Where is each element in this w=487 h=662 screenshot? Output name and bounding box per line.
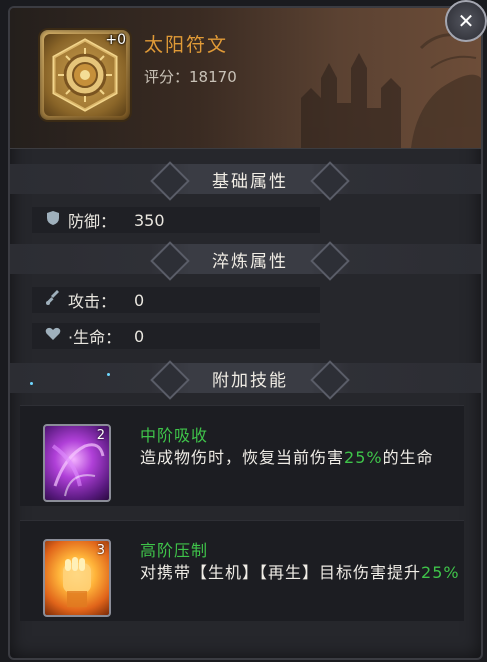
heart-icon bbox=[42, 327, 64, 345]
stat-row-attack: 攻击： 0 bbox=[32, 287, 320, 313]
skill-card-absorb: 2 中阶吸收 造成物伤时，恢复当前伤害25%的生命 bbox=[20, 405, 464, 506]
shield-icon bbox=[42, 210, 64, 230]
section-header-base: 基础属性 bbox=[150, 164, 350, 194]
close-icon: ✕ bbox=[457, 9, 475, 33]
stat-label: 防御： bbox=[68, 212, 117, 231]
stat-label: 攻击： bbox=[68, 292, 117, 311]
stat-value: 0 bbox=[134, 290, 145, 310]
section-title: 基础属性 bbox=[212, 171, 288, 192]
section-title: 附加技能 bbox=[212, 370, 288, 391]
item-tooltip-panel: +0 太阳符文 评分：18170 基础属性 防御： 350 淬炼属性 攻击： 0… bbox=[8, 6, 483, 660]
stat-value: 350 bbox=[134, 210, 165, 230]
skill-desc-highlight: 25% bbox=[344, 448, 383, 467]
skill-description: 造成物伤时，恢复当前伤害25%的生命 bbox=[140, 446, 460, 470]
skill-level: 2 bbox=[96, 428, 105, 443]
section-header-skills: 附加技能 bbox=[150, 363, 350, 393]
stat-row-hp: ·生命： 0 bbox=[32, 323, 320, 349]
skill-desc-text: 造成物伤时，恢复当前伤害 bbox=[140, 448, 345, 467]
item-name: 太阳符文 bbox=[144, 34, 229, 56]
enhance-level: +0 bbox=[105, 32, 126, 48]
item-score: 评分：18170 bbox=[144, 66, 237, 87]
item-header: +0 太阳符文 评分：18170 bbox=[10, 8, 481, 149]
fist-skill-icon: 3 bbox=[43, 539, 111, 617]
item-icon-frame: +0 bbox=[40, 30, 130, 120]
score-label: 评分： bbox=[144, 68, 190, 86]
skill-name: 高阶压制 bbox=[140, 541, 209, 560]
skill-description: 对携带【生机】【再生】目标伤害提升25% bbox=[140, 561, 460, 585]
section-title: 淬炼属性 bbox=[212, 251, 288, 272]
stat-label: ·生命： bbox=[68, 328, 122, 347]
skill-desc-text: 对携带【生机】【再生】目标伤害提升 bbox=[140, 563, 422, 582]
skill-desc-highlight: 25% bbox=[421, 563, 460, 582]
skill-level: 3 bbox=[96, 543, 105, 558]
section-header-temper: 淬炼属性 bbox=[150, 244, 350, 274]
sparkle-decoration bbox=[107, 373, 110, 376]
stat-row-defense: 防御： 350 bbox=[32, 207, 320, 233]
skill-name: 中阶吸收 bbox=[140, 426, 209, 445]
stat-value: 0 bbox=[134, 326, 145, 346]
sword-icon bbox=[42, 290, 64, 310]
castle-background-art bbox=[301, 33, 481, 148]
skill-card-suppress: 3 高阶压制 对携带【生机】【再生】目标伤害提升25% bbox=[20, 520, 464, 621]
skill-desc-text: 的生命 bbox=[382, 448, 434, 467]
score-value: 18170 bbox=[189, 68, 237, 86]
sparkle-decoration bbox=[30, 382, 33, 385]
close-button[interactable]: ✕ bbox=[445, 0, 487, 42]
purple-vortex-skill-icon: 2 bbox=[43, 424, 111, 502]
